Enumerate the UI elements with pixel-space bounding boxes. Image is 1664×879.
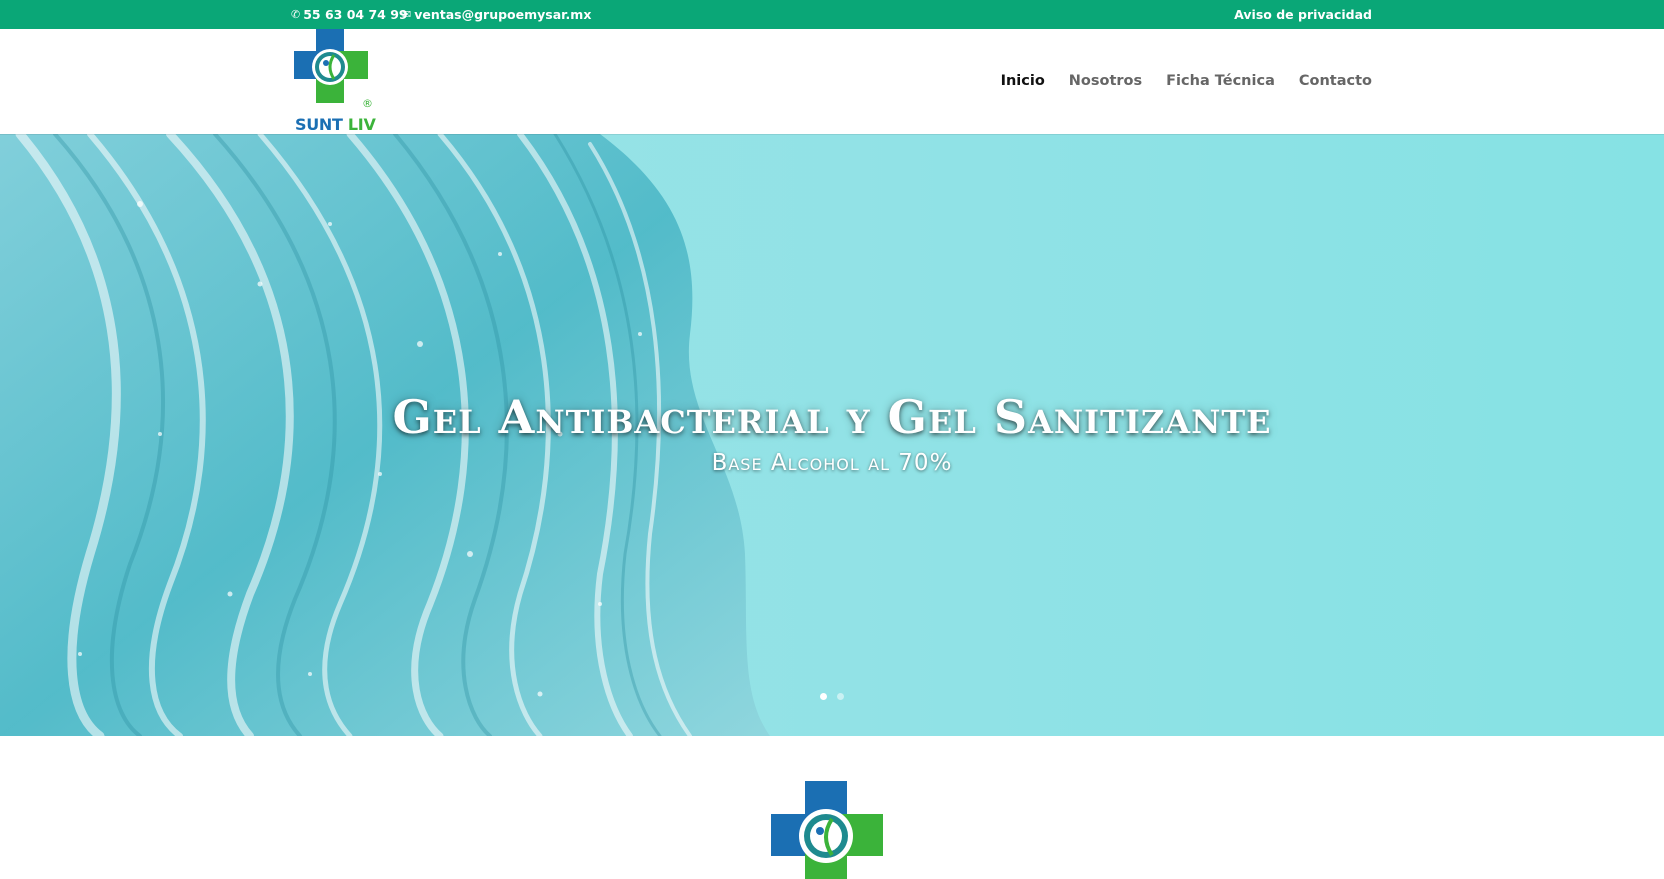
site-header: ® SUNT LIV Inicio Nosotros Ficha Técnica… [0,29,1664,134]
logo-wordmark: SUNT LIV [295,115,376,134]
hero-subtitle: Base Alcohol al 70% [711,450,953,476]
phone-number: 55 63 04 74 99 [303,7,408,22]
nav-item-nosotros[interactable]: Nosotros [1069,73,1142,89]
nav-item-ficha-tecnica[interactable]: Ficha Técnica [1166,73,1275,89]
envelope-icon: ✉ [402,8,412,21]
content-logo [771,781,891,879]
top-bar: ✆ 55 63 04 74 99 ✉ ventas@grupoemysar.mx… [0,0,1664,29]
slider-dot-2[interactable] [837,693,844,700]
logo-cross-icon: ® [294,29,373,110]
main-nav: Inicio Nosotros Ficha Técnica Contacto [1001,73,1372,89]
email-address: ventas@grupoemysar.mx [414,7,592,22]
site-logo[interactable]: ® SUNT LIV [294,29,376,134]
slider-dot-1[interactable] [820,693,827,700]
registered-mark: ® [362,97,373,110]
phone-contact[interactable]: ✆ 55 63 04 74 99 [291,7,408,22]
phone-icon: ✆ [291,8,301,21]
logo-cross-icon [771,781,883,879]
logo-word-liv: LIV [347,115,376,134]
nav-item-contacto[interactable]: Contacto [1299,73,1372,89]
email-contact[interactable]: ✉ ventas@grupoemysar.mx [402,7,591,22]
nav-item-inicio[interactable]: Inicio [1001,73,1045,89]
logo-word-sunt: SUNT [295,115,343,134]
hero-slider: Gel Antibacterial y Gel Sanitizante Base… [0,134,1664,736]
slider-pagination [820,693,844,700]
hero-title: Gel Antibacterial y Gel Sanitizante [392,390,1272,444]
privacy-link[interactable]: Aviso de privacidad [1234,7,1372,22]
